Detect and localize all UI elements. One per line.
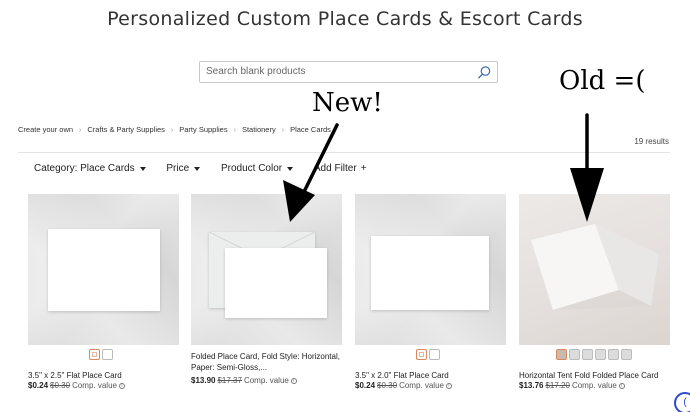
old-arrow-icon (570, 113, 604, 222)
new-arrow-icon (283, 123, 339, 222)
annotation-arrows (283, 113, 604, 222)
chat-button[interactable]: ( (674, 392, 690, 412)
